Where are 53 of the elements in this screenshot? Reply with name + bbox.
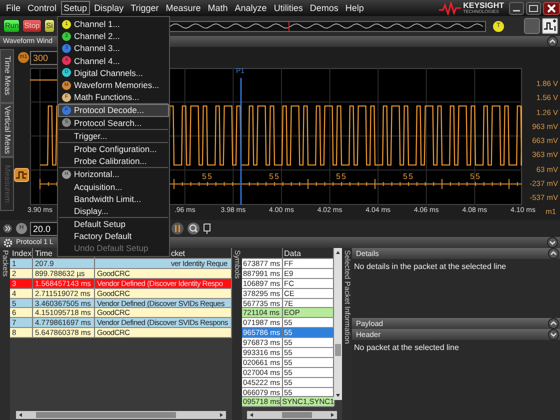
minimize-button[interactable] xyxy=(509,2,524,14)
menu-bar-item[interactable]: Demos xyxy=(306,1,342,15)
menu-bar-item[interactable]: Help xyxy=(342,1,367,15)
collapse-button[interactable] xyxy=(548,248,559,259)
vertical-scrollbar[interactable] xyxy=(334,248,342,400)
menu-item[interactable]: Trigger... xyxy=(58,130,169,142)
menu-item[interactable]: Acquisition... xyxy=(58,180,169,193)
menu-item[interactable]: Probe Calibration... xyxy=(58,155,169,168)
horizontal-scrollbar[interactable] xyxy=(16,411,226,419)
menu-bar-item[interactable]: File xyxy=(3,1,24,15)
bus-value: 55 xyxy=(268,172,281,181)
bus-value: 55 xyxy=(201,172,214,181)
collapse-button[interactable] xyxy=(548,329,559,340)
zoom-icon[interactable] xyxy=(187,222,200,235)
side-tab[interactable]: Vertical Meas xyxy=(0,103,14,157)
horizontal-scrollbar[interactable] xyxy=(247,411,337,419)
menu-item[interactable]: Display... xyxy=(58,204,169,217)
scale-field[interactable]: 300 xyxy=(30,50,58,64)
details-message: No details in the packet at the selected line xyxy=(354,262,506,271)
collapse-button[interactable] xyxy=(547,237,558,248)
side-tab[interactable]: Time Meas xyxy=(0,49,14,103)
timebase-field[interactable]: 20.0 xyxy=(30,222,58,236)
menu-bar-item[interactable]: Analyze xyxy=(232,1,270,15)
bookmark-icon[interactable] xyxy=(203,222,211,234)
menu-bar-item[interactable]: Control xyxy=(24,1,60,15)
maximize-button[interactable] xyxy=(526,2,541,14)
menu-item[interactable]: Probe Configuration... xyxy=(58,142,169,156)
menu-item[interactable]: Bandwidth Limit... xyxy=(58,192,169,205)
column-header[interactable]: Index xyxy=(10,248,33,258)
menu-item[interactable]: Default Setup xyxy=(58,218,169,230)
close-button[interactable] xyxy=(543,2,560,14)
header-message: No packet at the selected line xyxy=(354,343,459,352)
bus-value: 55 xyxy=(335,172,348,181)
marker-line[interactable] xyxy=(240,78,242,205)
collapse-button[interactable] xyxy=(548,318,559,329)
expand-button[interactable] xyxy=(2,223,13,234)
menu-bar-item[interactable]: Setup xyxy=(60,1,90,15)
toggle-button[interactable] xyxy=(524,18,540,34)
menu-bar-item[interactable]: Trigger xyxy=(128,1,162,15)
menu-bar-item[interactable]: Utilities xyxy=(270,1,306,15)
settings-icon[interactable] xyxy=(3,238,13,248)
collapse-button[interactable] xyxy=(547,36,558,47)
autoscale-icon[interactable] xyxy=(542,18,558,34)
marker-icon[interactable] xyxy=(14,168,29,182)
bus-value: 55 xyxy=(469,172,482,181)
menu-bar-item[interactable]: Display xyxy=(91,1,127,15)
bus-value: 55 xyxy=(402,172,415,181)
menu-bar-item[interactable]: Measure xyxy=(162,1,204,15)
logo-wave-icon xyxy=(439,2,462,14)
menu-bar-item[interactable]: Math xyxy=(204,1,231,15)
logo-name: KEYSIGHT xyxy=(463,2,504,10)
bars-icon[interactable] xyxy=(171,222,184,235)
menu-item[interactable]: Factory Default xyxy=(58,230,169,242)
